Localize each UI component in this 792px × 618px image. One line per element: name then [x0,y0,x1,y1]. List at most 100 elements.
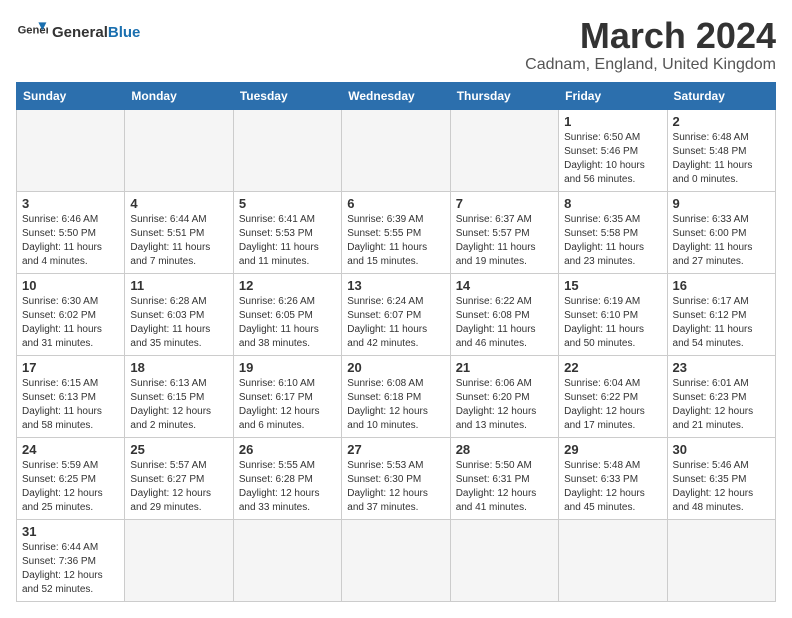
day-number: 8 [564,196,661,211]
day-info: Sunrise: 6:24 AM Sunset: 6:07 PM Dayligh… [347,295,444,351]
calendar-cell: 12Sunrise: 6:26 AM Sunset: 6:05 PM Dayli… [233,273,341,355]
calendar-cell: 11 Sunrise: 6:28 AM Sunset: 6:03 PM Dayli… [125,273,233,355]
day-number: 29 [564,442,661,457]
day-info: Sunrise: 6:10 AM Sunset: 6:17 PM Dayligh… [239,377,336,433]
weekday-header-wednesday: Wednesday [342,82,450,109]
day-info: Sunrise: 6:01 AM Sunset: 6:23 PM Dayligh… [673,377,770,433]
calendar-cell: 27Sunrise: 5:53 AM Sunset: 6:30 PM Dayli… [342,437,450,519]
calendar-header: SundayMondayTuesdayWednesdayThursdayFrid… [17,82,776,109]
day-info: Sunrise: 5:59 AM Sunset: 6:25 PM Dayligh… [22,459,119,515]
day-number: 14 [456,278,553,293]
calendar-cell: 20 Sunrise: 6:08 AM Sunset: 6:18 PM Dayli… [342,355,450,437]
day-info: Sunrise: 5:48 AM Sunset: 6:33 PM Dayligh… [564,459,661,515]
day-number: 22 [564,360,661,375]
page-header: General GeneralBlue March 2024 Cadnam, E… [16,16,776,74]
calendar-cell: 7Sunrise: 6:37 AM Sunset: 5:57 PM Daylig… [450,191,558,273]
day-info: Sunrise: 6:39 AM Sunset: 5:55 PM Dayligh… [347,213,444,269]
day-number: 1 [564,114,661,129]
day-number: 10 [22,278,119,293]
calendar-cell [342,109,450,191]
calendar-cell: 8 Sunrise: 6:35 AM Sunset: 5:58 PM Daylig… [559,191,667,273]
day-info: Sunrise: 5:57 AM Sunset: 6:27 PM Dayligh… [130,459,227,515]
title-block: March 2024 Cadnam, England, United Kingd… [525,16,776,74]
calendar-cell: 22Sunrise: 6:04 AM Sunset: 6:22 PM Dayli… [559,355,667,437]
day-number: 26 [239,442,336,457]
day-number: 6 [347,196,444,211]
day-number: 24 [22,442,119,457]
calendar-cell [125,519,233,601]
calendar-cell: 19Sunrise: 6:10 AM Sunset: 6:17 PM Dayli… [233,355,341,437]
calendar-cell: 6 Sunrise: 6:39 AM Sunset: 5:55 PM Daylig… [342,191,450,273]
day-info: Sunrise: 6:22 AM Sunset: 6:08 PM Dayligh… [456,295,553,351]
day-info: Sunrise: 5:46 AM Sunset: 6:35 PM Dayligh… [673,459,770,515]
day-info: Sunrise: 6:41 AM Sunset: 5:53 PM Dayligh… [239,213,336,269]
day-number: 17 [22,360,119,375]
day-info: Sunrise: 6:46 AM Sunset: 5:50 PM Dayligh… [22,213,119,269]
weekday-header-friday: Friday [559,82,667,109]
day-number: 4 [130,196,227,211]
weekday-header-thursday: Thursday [450,82,558,109]
calendar-cell: 5Sunrise: 6:41 AM Sunset: 5:53 PM Daylig… [233,191,341,273]
calendar-cell: 25 Sunrise: 5:57 AM Sunset: 6:27 PM Dayli… [125,437,233,519]
day-number: 30 [673,442,770,457]
calendar-week-3: 17Sunrise: 6:15 AM Sunset: 6:13 PM Dayli… [17,355,776,437]
day-number: 27 [347,442,444,457]
calendar-cell: 29 Sunrise: 5:48 AM Sunset: 6:33 PM Dayli… [559,437,667,519]
calendar-cell: 3 Sunrise: 6:46 AM Sunset: 5:50 PM Daylig… [17,191,125,273]
calendar-cell: 23 Sunrise: 6:01 AM Sunset: 6:23 PM Dayli… [667,355,775,437]
weekday-header-saturday: Saturday [667,82,775,109]
day-info: Sunrise: 6:28 AM Sunset: 6:03 PM Dayligh… [130,295,227,351]
day-number: 18 [130,360,227,375]
calendar-title: March 2024 [525,16,776,56]
calendar-cell [125,109,233,191]
calendar-cell: 26 Sunrise: 5:55 AM Sunset: 6:28 PM Dayli… [233,437,341,519]
calendar-cell: 1 Sunrise: 6:50 AM Sunset: 5:46 PM Daylig… [559,109,667,191]
calendar-cell [342,519,450,601]
calendar-cell: 17Sunrise: 6:15 AM Sunset: 6:13 PM Dayli… [17,355,125,437]
calendar-table: SundayMondayTuesdayWednesdayThursdayFrid… [16,82,776,602]
day-info: Sunrise: 6:44 AM Sunset: 5:51 PM Dayligh… [130,213,227,269]
day-info: Sunrise: 6:37 AM Sunset: 5:57 PM Dayligh… [456,213,553,269]
day-number: 11 [130,278,227,293]
weekday-header-monday: Monday [125,82,233,109]
calendar-cell: 4 Sunrise: 6:44 AM Sunset: 5:51 PM Daylig… [125,191,233,273]
logo: General GeneralBlue [16,16,140,48]
day-info: Sunrise: 6:08 AM Sunset: 6:18 PM Dayligh… [347,377,444,433]
day-number: 21 [456,360,553,375]
day-number: 3 [22,196,119,211]
day-number: 23 [673,360,770,375]
day-number: 31 [22,524,119,539]
calendar-week-1: 3 Sunrise: 6:46 AM Sunset: 5:50 PM Daylig… [17,191,776,273]
day-number: 16 [673,278,770,293]
calendar-cell: 2Sunrise: 6:48 AM Sunset: 5:48 PM Daylig… [667,109,775,191]
day-number: 20 [347,360,444,375]
calendar-cell: 31 Sunrise: 6:44 AM Sunset: 7:36 PM Dayli… [17,519,125,601]
day-info: Sunrise: 6:35 AM Sunset: 5:58 PM Dayligh… [564,213,661,269]
day-number: 13 [347,278,444,293]
calendar-cell: 13 Sunrise: 6:24 AM Sunset: 6:07 PM Dayli… [342,273,450,355]
day-number: 9 [673,196,770,211]
calendar-week-2: 10 Sunrise: 6:30 AM Sunset: 6:02 PM Dayli… [17,273,776,355]
day-info: Sunrise: 6:33 AM Sunset: 6:00 PM Dayligh… [673,213,770,269]
day-info: Sunrise: 6:50 AM Sunset: 5:46 PM Dayligh… [564,131,661,187]
calendar-cell [233,109,341,191]
day-info: Sunrise: 6:48 AM Sunset: 5:48 PM Dayligh… [673,131,770,187]
calendar-cell: 10 Sunrise: 6:30 AM Sunset: 6:02 PM Dayli… [17,273,125,355]
weekday-header-tuesday: Tuesday [233,82,341,109]
day-info: Sunrise: 6:44 AM Sunset: 7:36 PM Dayligh… [22,541,119,597]
day-info: Sunrise: 6:26 AM Sunset: 6:05 PM Dayligh… [239,295,336,351]
day-info: Sunrise: 6:06 AM Sunset: 6:20 PM Dayligh… [456,377,553,433]
weekday-header-sunday: Sunday [17,82,125,109]
calendar-cell [17,109,125,191]
day-number: 25 [130,442,227,457]
weekday-row: SundayMondayTuesdayWednesdayThursdayFrid… [17,82,776,109]
calendar-cell [667,519,775,601]
day-info: Sunrise: 6:17 AM Sunset: 6:12 PM Dayligh… [673,295,770,351]
calendar-week-4: 24 Sunrise: 5:59 AM Sunset: 6:25 PM Dayli… [17,437,776,519]
calendar-cell: 28Sunrise: 5:50 AM Sunset: 6:31 PM Dayli… [450,437,558,519]
calendar-cell: 18Sunrise: 6:13 AM Sunset: 6:15 PM Dayli… [125,355,233,437]
day-info: Sunrise: 5:55 AM Sunset: 6:28 PM Dayligh… [239,459,336,515]
day-number: 15 [564,278,661,293]
day-info: Sunrise: 6:30 AM Sunset: 6:02 PM Dayligh… [22,295,119,351]
calendar-cell: 24 Sunrise: 5:59 AM Sunset: 6:25 PM Dayli… [17,437,125,519]
